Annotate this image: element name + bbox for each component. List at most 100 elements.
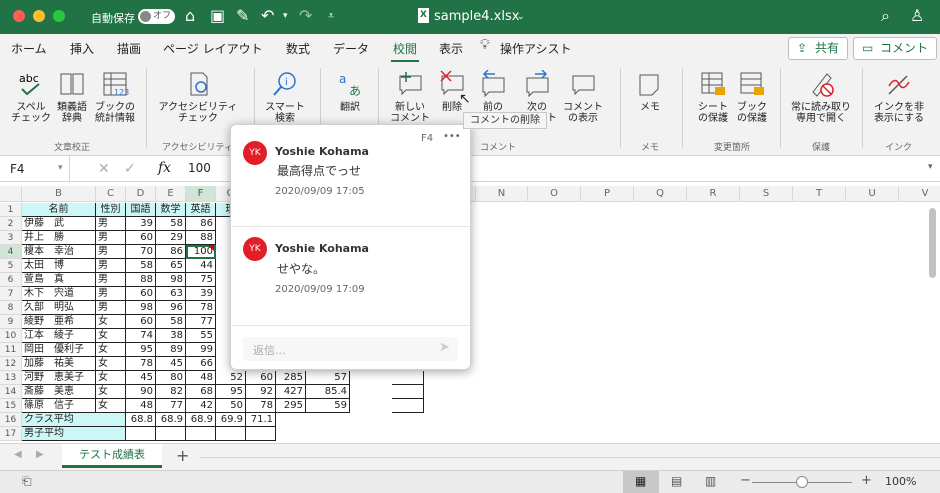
student-name[interactable]: 井上 勝 — [22, 231, 96, 245]
row-header[interactable]: 16 — [0, 413, 22, 427]
tab-home[interactable]: ホーム — [11, 40, 47, 57]
score-cell[interactable]: 58 — [156, 217, 186, 231]
column-title[interactable]: 性別 — [96, 203, 126, 217]
score-cell[interactable]: 60 — [126, 315, 156, 329]
always-read-only-button[interactable]: 常に読み取り 専用で開く — [788, 70, 854, 124]
tab-review[interactable]: 校閲 — [390, 40, 420, 62]
minimize-window-button[interactable] — [33, 10, 45, 22]
column-header-o[interactable]: O — [528, 186, 581, 202]
score-cell[interactable]: 55 — [186, 329, 216, 343]
row-header[interactable]: 14 — [0, 385, 22, 399]
column-header-u[interactable]: U — [846, 186, 899, 202]
score-cell[interactable]: 48 — [126, 399, 156, 413]
score-cell[interactable]: 98 — [126, 301, 156, 315]
empty-cell[interactable] — [216, 427, 246, 441]
score-cell[interactable]: 78 — [186, 301, 216, 315]
column-title[interactable]: 英語 — [186, 203, 216, 217]
score-cell[interactable]: 90 — [126, 385, 156, 399]
score-cell[interactable]: 66 — [186, 357, 216, 371]
score-cell[interactable]: 38 — [156, 329, 186, 343]
namebox-dropdown-icon[interactable]: ▾ — [58, 163, 63, 173]
row-header[interactable]: 10 — [0, 329, 22, 343]
autosave-toggle[interactable]: オフ — [138, 9, 175, 24]
average-label[interactable]: 男子平均 — [22, 427, 126, 441]
tab-view[interactable]: 表示 — [439, 40, 463, 57]
zoom-out-icon[interactable]: − — [740, 473, 751, 488]
student-name[interactable]: 萱島 真 — [22, 273, 96, 287]
column-header-c[interactable]: C — [96, 186, 126, 202]
score-cell[interactable]: 295 — [276, 399, 306, 413]
score-cell[interactable]: 男 — [96, 287, 126, 301]
score-cell[interactable]: 男 — [96, 301, 126, 315]
smart-lookup-button[interactable]: i スマート 検索 — [262, 70, 308, 124]
search-icon[interactable]: ⌕ — [881, 6, 890, 26]
score-cell[interactable]: 60 — [126, 231, 156, 245]
vertical-scrollbar[interactable] — [929, 208, 936, 278]
home-icon[interactable]: ⌂ — [185, 6, 195, 26]
accessibility-check-button[interactable]: アクセシビリティ チェック — [157, 70, 239, 124]
title-dropdown-icon[interactable]: ⌄ — [517, 7, 525, 27]
score-cell[interactable]: 86 — [186, 217, 216, 231]
score-cell[interactable]: 63 — [156, 287, 186, 301]
empty-cell[interactable] — [392, 371, 424, 385]
score-cell[interactable]: 88 — [126, 273, 156, 287]
formula-input[interactable]: 100 — [188, 161, 211, 175]
column-header-v[interactable]: V — [899, 186, 940, 202]
column-header-s[interactable]: S — [740, 186, 793, 202]
student-name[interactable]: 斎藤 美恵 — [22, 385, 96, 399]
score-cell[interactable]: 44 — [186, 259, 216, 273]
average-value[interactable]: 68.9 — [156, 413, 186, 427]
score-cell[interactable]: 50 — [216, 399, 246, 413]
row-header[interactable]: 12 — [0, 357, 22, 371]
score-cell[interactable]: 男 — [96, 273, 126, 287]
score-cell[interactable]: 48 — [186, 371, 216, 385]
row-header[interactable]: 8 — [0, 301, 22, 315]
share-button[interactable]: ⇪ 共有 — [788, 37, 849, 60]
zoom-level[interactable]: 100% — [885, 475, 916, 488]
tab-tell-me[interactable]: 操作アシスト — [500, 40, 572, 57]
close-window-button[interactable] — [13, 10, 25, 22]
expand-formula-icon[interactable]: ▾ — [928, 162, 933, 172]
average-value[interactable]: 69.9 — [216, 413, 246, 427]
insert-function-icon[interactable]: fx — [158, 160, 171, 176]
score-cell[interactable]: 男 — [96, 259, 126, 273]
score-cell[interactable]: 57 — [306, 371, 350, 385]
score-cell[interactable]: 95 — [126, 343, 156, 357]
customize-toolbar-icon[interactable]: ⩡ — [328, 6, 334, 26]
column-header-n[interactable]: N — [476, 186, 528, 202]
row-header[interactable]: 4 — [0, 245, 22, 259]
more-options-icon[interactable]: ••• — [443, 131, 461, 142]
score-cell[interactable]: 92 — [246, 385, 276, 399]
average-value[interactable]: 68.9 — [186, 413, 216, 427]
enter-icon[interactable]: ✓ — [124, 161, 136, 177]
empty-cell[interactable] — [392, 385, 424, 399]
score-cell[interactable]: 70 — [126, 245, 156, 259]
spell-check-button[interactable]: abc スペル チェック — [10, 70, 52, 124]
column-header-p[interactable]: P — [581, 186, 634, 202]
column-header-e[interactable]: E — [156, 186, 186, 202]
score-cell[interactable]: 88 — [186, 231, 216, 245]
zoom-window-button[interactable] — [53, 10, 65, 22]
student-name[interactable]: 河野 恵美子 — [22, 371, 96, 385]
column-title[interactable]: 国語 — [126, 203, 156, 217]
column-title[interactable]: 名前 — [22, 203, 96, 217]
score-cell[interactable]: 39 — [186, 287, 216, 301]
score-cell[interactable]: 29 — [156, 231, 186, 245]
tab-formulas[interactable]: 数式 — [286, 40, 310, 57]
account-icon[interactable]: ♙ — [910, 6, 924, 26]
show-comments-button[interactable]: コメント の表示 — [560, 70, 606, 124]
send-icon[interactable]: ➤ — [439, 340, 450, 355]
student-name[interactable]: 岡田 優利子 — [22, 343, 96, 357]
row-header[interactable]: 2 — [0, 217, 22, 231]
score-cell[interactable]: 男 — [96, 245, 126, 259]
row-header[interactable]: 17 — [0, 427, 22, 441]
row-header[interactable]: 3 — [0, 231, 22, 245]
macro-record-icon[interactable]: ⎗ — [22, 474, 32, 489]
score-cell[interactable]: 女 — [96, 343, 126, 357]
score-cell[interactable]: 82 — [156, 385, 186, 399]
score-cell[interactable]: 女 — [96, 315, 126, 329]
undo-dropdown-icon[interactable]: ▾ — [283, 6, 288, 26]
cancel-icon[interactable]: ✕ — [98, 161, 110, 177]
score-cell[interactable]: 80 — [156, 371, 186, 385]
student-name[interactable]: 綾野 亜希 — [22, 315, 96, 329]
